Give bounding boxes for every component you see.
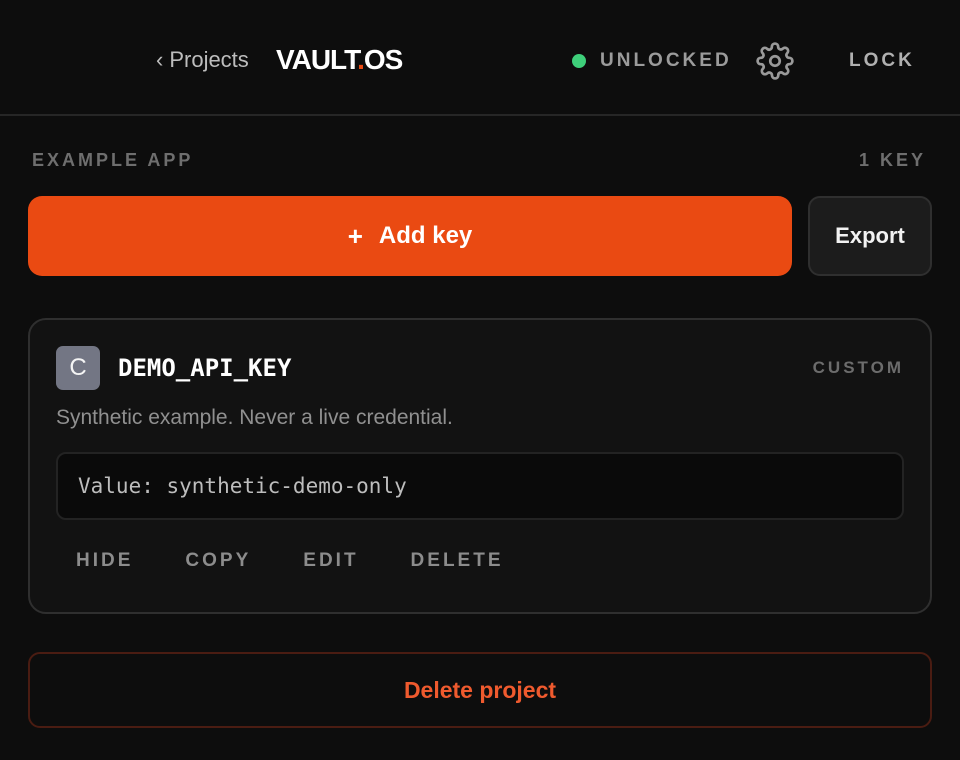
key-count: 1 KEY	[858, 150, 926, 170]
copy-button[interactable]: COPY	[165, 544, 271, 578]
back-to-projects-link[interactable]: ‹ Projects	[156, 46, 249, 74]
delete-project-button[interactable]: Delete project	[28, 652, 932, 728]
key-card: C DEMO_API_KEY CUSTOM Synthetic example.…	[28, 318, 932, 614]
brand-name-suffix: OS	[363, 44, 403, 75]
chevron-left-icon: ‹	[156, 47, 164, 72]
plus-icon: +	[347, 220, 363, 251]
brand-name-part: VAULT	[276, 44, 358, 75]
export-button[interactable]: Export	[808, 196, 932, 276]
key-actions: HIDE COPY EDIT DELETE	[56, 544, 536, 578]
back-link-label: Projects	[169, 47, 249, 72]
vault-status: UNLOCKED	[572, 48, 732, 74]
status-label: UNLOCKED	[600, 50, 732, 71]
delete-key-button[interactable]: DELETE	[391, 544, 524, 578]
edit-button[interactable]: EDIT	[283, 544, 378, 578]
app-header: ‹ Projects VAULT.OS UNLOCKED LOCK	[0, 0, 960, 116]
hide-button[interactable]: HIDE	[56, 544, 153, 578]
gear-icon[interactable]	[756, 42, 794, 80]
key-value-field[interactable]: Value: synthetic-demo-only	[56, 452, 904, 520]
key-avatar: C	[56, 346, 100, 390]
add-key-button[interactable]: + Add key	[28, 196, 792, 276]
brand-dot: .	[357, 44, 365, 75]
key-description: Synthetic example. Never a live credenti…	[56, 406, 453, 429]
status-indicator-dot	[572, 54, 586, 68]
add-key-label: Add key	[378, 222, 473, 249]
key-type-badge: CUSTOM	[812, 358, 904, 377]
lock-button[interactable]: LOCK	[849, 48, 915, 74]
key-name: DEMO_API_KEY	[118, 354, 292, 382]
brand-logo: VAULT.OS	[276, 42, 403, 78]
project-title: EXAMPLE APP	[32, 150, 194, 170]
